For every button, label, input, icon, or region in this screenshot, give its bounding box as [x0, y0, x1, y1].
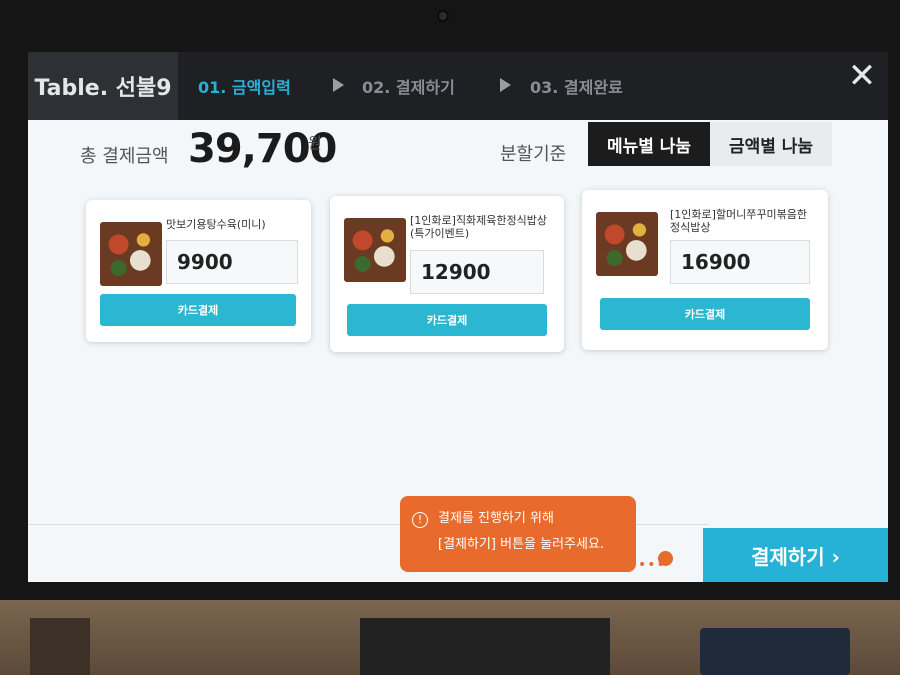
- split-by-amount-button[interactable]: 금액별 나눔: [710, 122, 832, 166]
- kiosk-screen: Table. 선불9 01. 금액입력 02. 결제하기 03. 결제완료 ✕ …: [28, 52, 888, 582]
- card-pay-button[interactable]: 카드결제: [100, 294, 296, 326]
- amount-input[interactable]: 9900: [166, 240, 298, 284]
- step-amount-input: 01. 금액입력: [198, 78, 291, 97]
- menu-card: [1인화로]할머니쭈꾸미볶음한정식밥상 16900 카드결제: [582, 190, 828, 350]
- connector-dot: [658, 551, 673, 566]
- stand-base: [360, 618, 610, 675]
- camera-icon: [437, 10, 449, 22]
- menu-name: [1인화로]직화제육한정식밥상(특가이벤트): [410, 214, 548, 240]
- total-amount-unit: 원: [308, 134, 322, 152]
- close-icon[interactable]: ✕: [842, 56, 882, 96]
- step-arrow-icon: [500, 78, 511, 92]
- menu-card: [1인화로]직화제육한정식밥상(특가이벤트) 12900 카드결제: [330, 196, 564, 352]
- split-basis-label: 분할기준: [500, 144, 567, 165]
- step-arrow-icon: [333, 78, 344, 92]
- total-amount-label: 총 결제금액: [80, 146, 169, 167]
- menu-name: [1인화로]할머니쭈꾸미볶음한정식밥상: [670, 208, 808, 234]
- top-bar: Table. 선불9 01. 금액입력 02. 결제하기 03. 결제완료 ✕: [28, 52, 888, 120]
- step-payment: 02. 결제하기: [362, 78, 455, 97]
- hint-line-2: [결제하기] 버튼을 눌러주세요.: [438, 537, 605, 552]
- split-by-menu-button[interactable]: 메뉴별 나눔: [588, 122, 710, 166]
- payment-hint-tooltip: ! 결제를 진행하기 위해 [결제하기] 버튼을 눌러주세요.: [400, 496, 636, 572]
- amount-input[interactable]: 16900: [670, 240, 810, 284]
- card-pay-button[interactable]: 카드결제: [347, 304, 547, 336]
- food-image: [596, 212, 658, 276]
- background-sign: [700, 628, 850, 675]
- food-image: [344, 218, 406, 282]
- warning-icon: !: [412, 512, 428, 528]
- food-image: [100, 222, 162, 286]
- card-pay-button[interactable]: 카드결제: [600, 298, 810, 330]
- amount-input[interactable]: 12900: [410, 250, 544, 294]
- proceed-payment-button[interactable]: 결제하기 ›: [703, 528, 888, 582]
- hint-line-1: 결제를 진행하기 위해: [438, 511, 554, 526]
- menu-name: 맛보기용탕수육(미니): [166, 218, 266, 231]
- step-complete: 03. 결제완료: [530, 78, 623, 97]
- table-label: Table. 선불9: [28, 52, 178, 120]
- stand-leg: [30, 618, 90, 675]
- menu-card: 맛보기용탕수육(미니) 9900 카드결제: [86, 200, 311, 342]
